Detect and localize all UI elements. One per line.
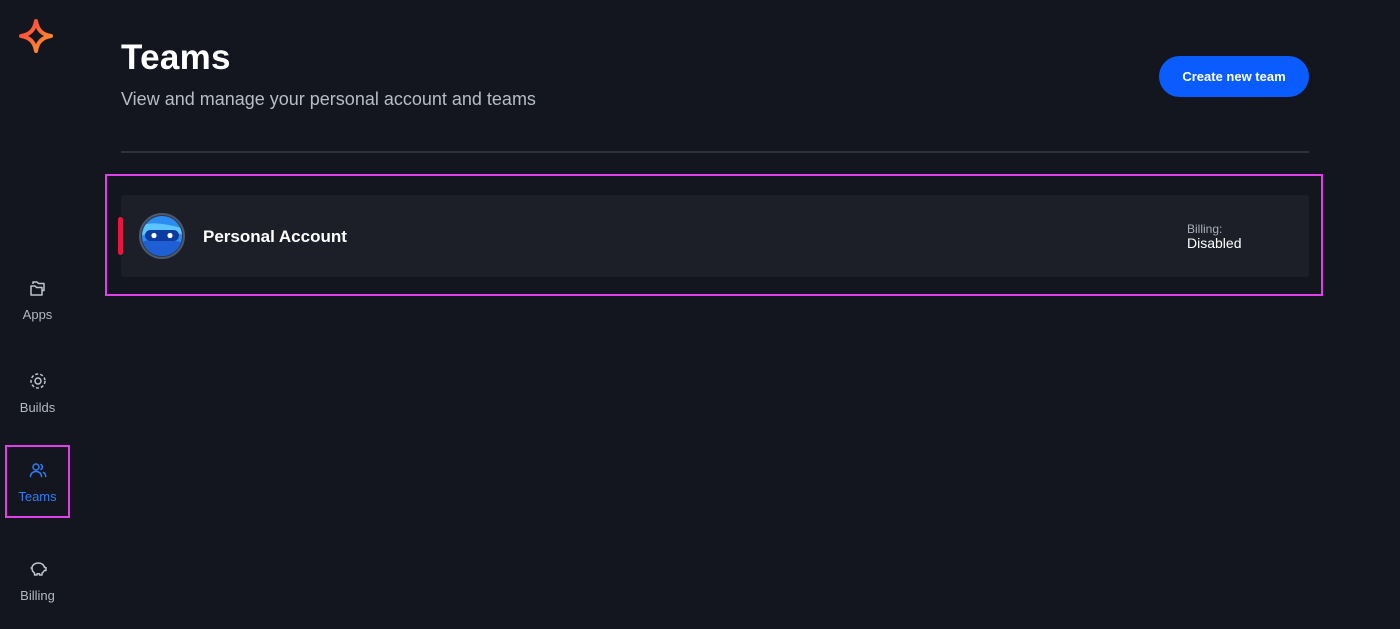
sidebar-item-label: Teams xyxy=(18,488,57,504)
sidebar-item-billing[interactable]: Billing xyxy=(5,544,70,617)
builds-icon xyxy=(28,371,48,394)
team-card-personal-account[interactable]: Personal Account Billing: Disabled xyxy=(118,195,1309,277)
sidebar-item-teams[interactable]: Teams xyxy=(5,445,70,518)
sidebar: Apps Builds Teams Billing xyxy=(0,0,74,629)
page-title: Teams xyxy=(121,38,231,77)
sidebar-item-label: Builds xyxy=(19,399,56,415)
billing-status: Disabled xyxy=(1187,235,1242,251)
team-name: Personal Account xyxy=(203,227,347,246)
billing-label: Billing: xyxy=(1187,222,1223,236)
folders-icon xyxy=(28,278,48,301)
header-divider xyxy=(121,151,1309,153)
team-accent-bar xyxy=(118,217,123,255)
sidebar-item-builds[interactable]: Builds xyxy=(5,356,70,429)
sidebar-item-label: Billing xyxy=(20,587,55,603)
piggy-bank-icon xyxy=(28,559,48,582)
page-subtitle: View and manage your personal account an… xyxy=(121,89,536,109)
sidebar-item-apps[interactable]: Apps xyxy=(5,263,70,336)
app-root: Apps Builds Teams Billing Teams View and… xyxy=(0,0,1400,629)
sparkle-logo-icon[interactable] xyxy=(18,18,54,54)
create-new-team-button[interactable]: Create new team xyxy=(1159,56,1309,97)
sidebar-item-label: Apps xyxy=(22,306,53,322)
users-icon xyxy=(28,460,48,483)
avatar xyxy=(139,213,185,259)
